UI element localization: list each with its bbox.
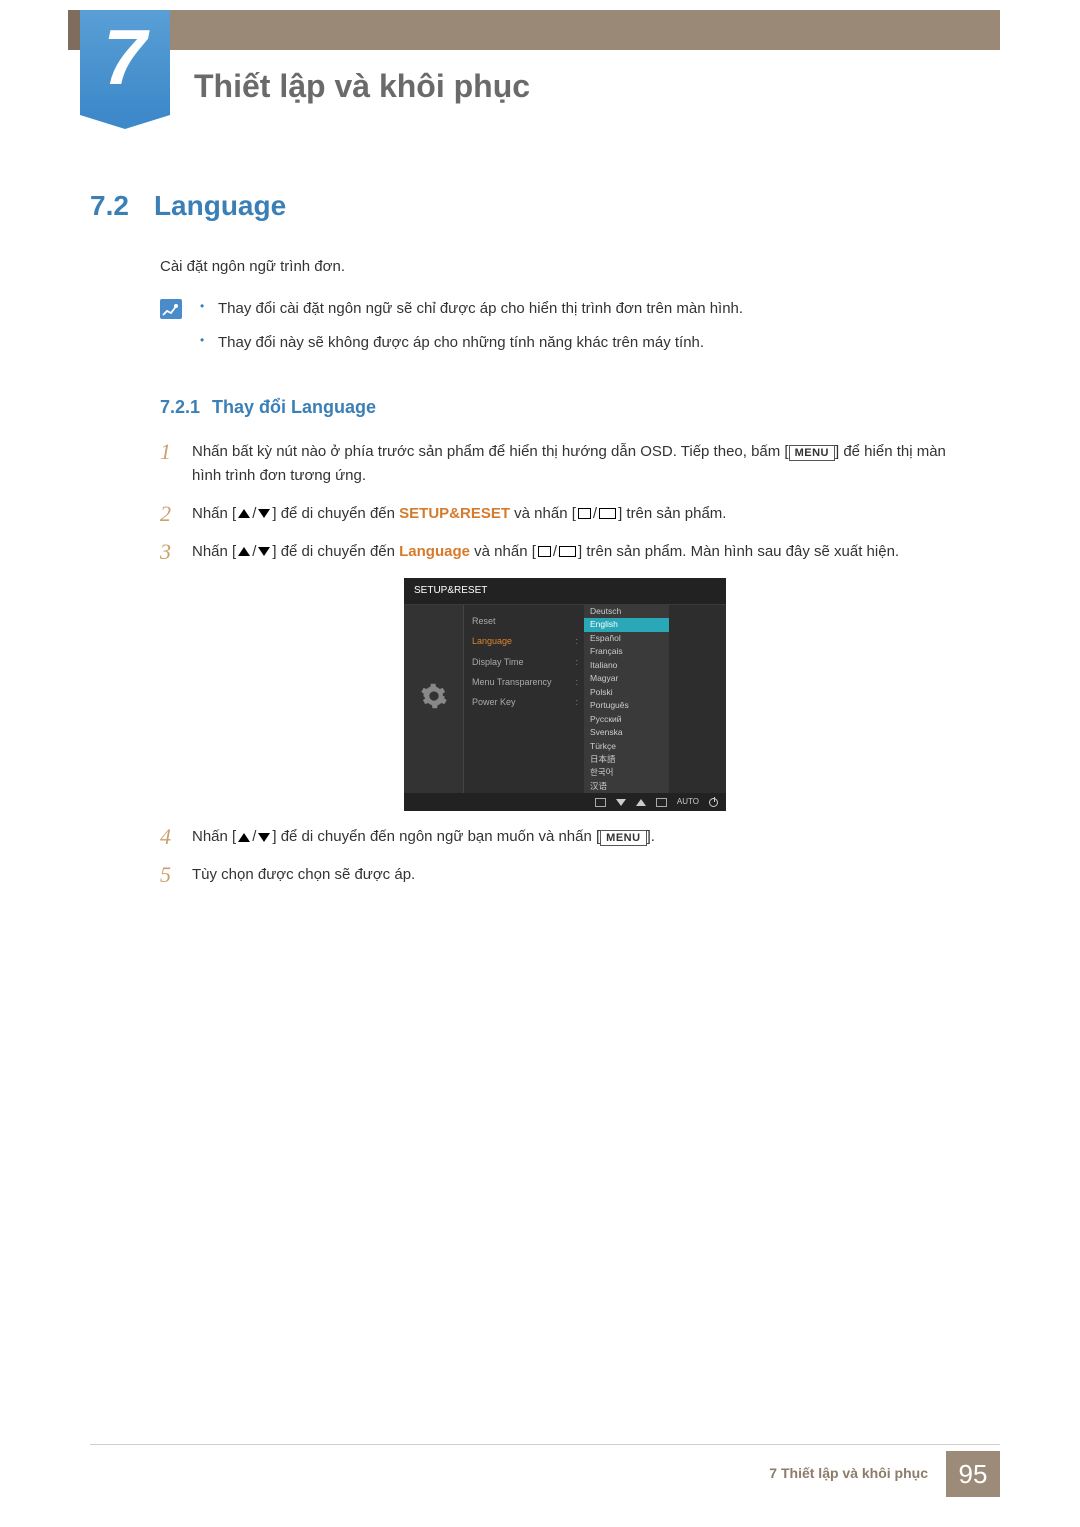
osd-footer: AUTO <box>404 793 726 811</box>
chapter-number-tab: 7 <box>80 10 170 115</box>
osd-lang-item: Svenska <box>584 726 669 739</box>
osd-menu-item: Power Key: <box>472 692 584 712</box>
step-text: Nhấn [/] để di chuyển đến ngôn ngữ bạn m… <box>192 825 970 849</box>
up-down-icon: / <box>238 540 270 564</box>
text: và nhấn [ <box>470 543 536 560</box>
step-5: 5 Tùy chọn được chọn sẽ được áp. <box>160 863 970 887</box>
osd-lang-item: Deutsch <box>584 605 669 618</box>
osd-lang-item: Português <box>584 699 669 712</box>
step-text: Tùy chọn được chọn sẽ được áp. <box>192 863 970 887</box>
subsection-heading: 7.2.1 Thay đổi Language <box>160 393 970 422</box>
down-icon <box>616 799 626 806</box>
osd-lang-item: Русский <box>584 713 669 726</box>
osd-lang-item: Magyar <box>584 672 669 685</box>
text: Nhấn [ <box>192 828 236 845</box>
osd-figure: SETUP&RESET Reset Language: Display Time… <box>404 578 726 812</box>
osd-lang-item-highlighted: English <box>584 618 669 631</box>
step-number: 4 <box>160 826 192 848</box>
left-arrow-icon <box>595 798 606 807</box>
step-number: 5 <box>160 864 192 886</box>
osd-lang-item: 日本語 <box>584 753 669 766</box>
osd-title: SETUP&RESET <box>404 578 726 605</box>
step-text: Nhấn [/] để di chuyển đến SETUP&RESET và… <box>192 502 970 526</box>
steps-list-cont: 4 Nhấn [/] để di chuyển đến ngôn ngữ bạn… <box>160 825 970 887</box>
chapter-header: 7 Thiết lập và khôi phục <box>80 10 530 115</box>
step-1: 1 Nhấn bất kỳ nút nào ở phía trước sản p… <box>160 440 970 488</box>
language-label: Language <box>399 543 470 560</box>
osd-window: SETUP&RESET Reset Language: Display Time… <box>404 578 726 812</box>
intro-text: Cài đặt ngôn ngữ trình đơn. <box>160 255 970 279</box>
text: ] để di chuyển đến ngôn ngữ bạn muốn và … <box>272 828 600 845</box>
setup-reset-label: SETUP&RESET <box>399 505 510 522</box>
subsection-title: Thay đổi Language <box>212 397 376 417</box>
osd-icon-panel <box>404 605 464 794</box>
up-down-icon: / <box>238 825 270 849</box>
step-number: 3 <box>160 541 192 563</box>
page-footer: 7 Thiết lập và khôi phục 95 <box>769 1451 1000 1497</box>
osd-right-menu: Deutsch English Español Français Italian… <box>584 605 669 794</box>
menu-key: MENU <box>600 830 646 846</box>
subsection-number: 7.2.1 <box>160 397 200 417</box>
step-number: 1 <box>160 441 192 463</box>
up-icon <box>636 799 646 806</box>
osd-body: Reset Language: Display Time: Menu Trans… <box>404 605 726 794</box>
steps-list: 1 Nhấn bất kỳ nút nào ở phía trước sản p… <box>160 440 970 564</box>
step-text: Nhấn [/] để di chuyển đến Language và nh… <box>192 540 970 564</box>
osd-menu-item: Reset <box>472 611 584 631</box>
section-heading: 7.2 Language <box>90 190 286 222</box>
section-title: Language <box>154 190 286 221</box>
note-icon <box>160 299 182 319</box>
osd-lang-item: 汉语 <box>584 780 669 793</box>
osd-menu-item-selected: Language: <box>472 631 584 651</box>
power-icon <box>709 798 718 807</box>
auto-label: AUTO <box>677 796 699 809</box>
page-number: 95 <box>946 1451 1000 1497</box>
rect-icons: / <box>538 540 576 564</box>
chapter-title: Thiết lập và khôi phục <box>194 68 530 105</box>
osd-lang-item: Türkçe <box>584 740 669 753</box>
text: ] trên sản phẩm. <box>618 505 726 522</box>
text: Nhấn [ <box>192 505 236 522</box>
osd-lang-item: Italiano <box>584 659 669 672</box>
text: Nhấn bất kỳ nút nào ở phía trước sản phẩ… <box>192 443 789 460</box>
text: ] để di chuyển đến <box>272 505 399 522</box>
gear-icon <box>420 682 448 716</box>
step-4: 4 Nhấn [/] để di chuyển đến ngôn ngữ bạn… <box>160 825 970 849</box>
rect-icons: / <box>578 502 616 526</box>
text: và nhấn [ <box>510 505 576 522</box>
footer-divider <box>90 1444 1000 1445</box>
menu-key: MENU <box>789 445 835 461</box>
text: ] để di chuyển đến <box>272 543 399 560</box>
manual-page: 7 Thiết lập và khôi phục 7.2 Language Cài… <box>0 0 1080 1527</box>
note-list: Thay đổi cài đặt ngôn ngữ sẽ chỉ được áp… <box>200 297 743 365</box>
content-body: Cài đặt ngôn ngữ trình đơn. Thay đổi cài… <box>160 255 970 901</box>
text: ] trên sản phẩm. Màn hình sau đây sẽ xuấ… <box>578 543 899 560</box>
osd-left-menu: Reset Language: Display Time: Menu Trans… <box>464 605 584 794</box>
osd-menu-item: Menu Transparency: <box>472 672 584 692</box>
step-text: Nhấn bất kỳ nút nào ở phía trước sản phẩ… <box>192 440 970 488</box>
text: Nhấn [ <box>192 543 236 560</box>
osd-lang-item: Polski <box>584 686 669 699</box>
section-number: 7.2 <box>90 190 129 221</box>
osd-menus: Reset Language: Display Time: Menu Trans… <box>464 605 726 794</box>
note-block: Thay đổi cài đặt ngôn ngữ sẽ chỉ được áp… <box>160 297 970 365</box>
note-item: Thay đổi cài đặt ngôn ngữ sẽ chỉ được áp… <box>200 297 743 321</box>
up-down-icon: / <box>238 502 270 526</box>
osd-lang-item: Français <box>584 645 669 658</box>
step-2: 2 Nhấn [/] để di chuyển đến SETUP&RESET … <box>160 502 970 526</box>
step-3: 3 Nhấn [/] để di chuyển đến Language và … <box>160 540 970 564</box>
text: ]. <box>647 828 655 845</box>
note-item: Thay đổi này sẽ không được áp cho những … <box>200 331 743 355</box>
osd-lang-item: 한국어 <box>584 766 669 779</box>
footer-text: 7 Thiết lập và khôi phục <box>769 1451 946 1497</box>
osd-lang-item: Español <box>584 632 669 645</box>
step-number: 2 <box>160 503 192 525</box>
osd-menu-item: Display Time: <box>472 652 584 672</box>
enter-icon <box>656 798 667 807</box>
